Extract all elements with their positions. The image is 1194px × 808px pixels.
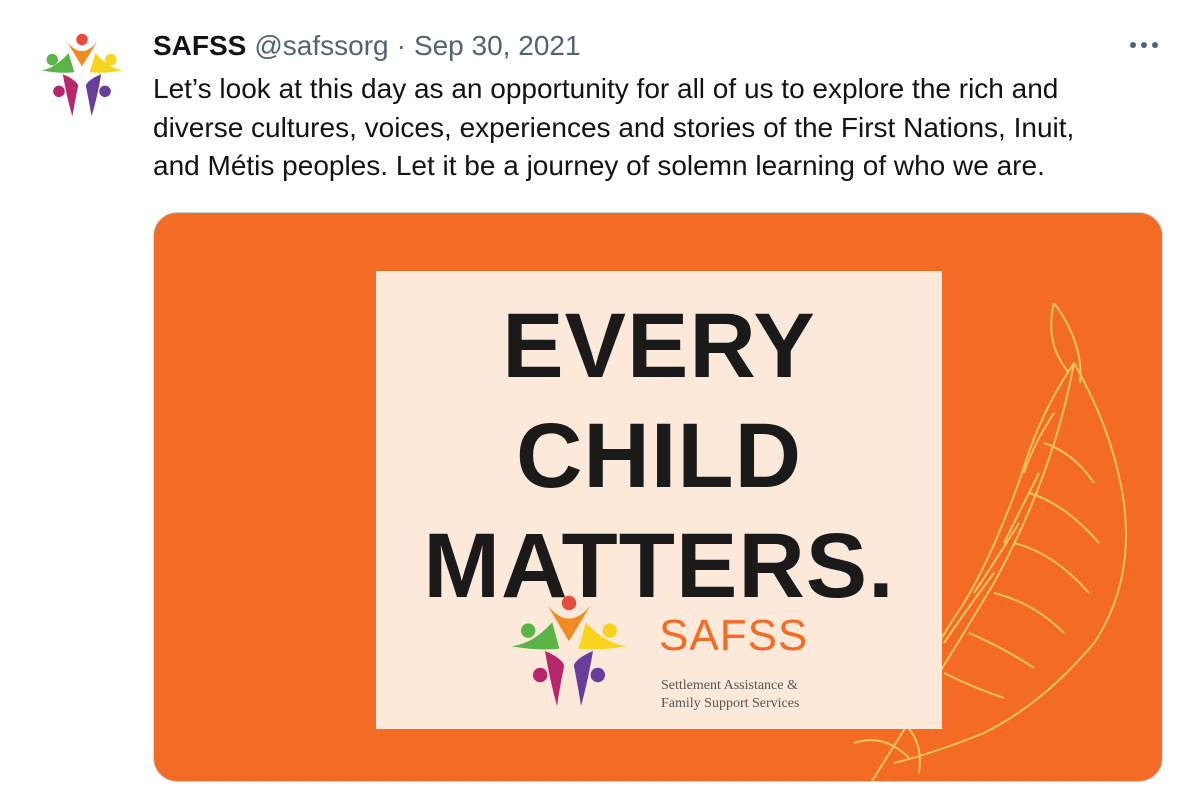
tweet-text: Let’s look at this day as an opportunity… <box>153 73 1075 181</box>
headline-line-1: EVERY <box>502 295 816 397</box>
poster-brand-subtitle: Settlement Assistance & Family Support S… <box>661 678 800 711</box>
more-options-icon[interactable] <box>1124 30 1164 60</box>
tweet-media-image[interactable]: EVERY CHILD MATTERS. SAFSS Settlement As… <box>153 212 1163 782</box>
tweet-card[interactable]: SAFSS @safssorg · Sep 30, 2021 Let’s loo… <box>0 0 1194 808</box>
author-display-name[interactable]: SAFSS <box>153 28 246 64</box>
poster-panel: EVERY CHILD MATTERS. SAFSS Settlement As… <box>376 271 942 729</box>
poster-headline: EVERY CHILD MATTERS. <box>376 291 942 621</box>
tweet-header: SAFSS @safssorg · Sep 30, 2021 <box>153 28 581 64</box>
safss-poster-logo-icon <box>511 595 627 707</box>
safss-logo-icon[interactable] <box>34 28 130 124</box>
header-separator: · <box>396 30 406 61</box>
headline-line-3: MATTERS. <box>423 515 895 617</box>
headline-line-2: CHILD <box>515 405 803 507</box>
tweet-date[interactable]: Sep 30, 2021 <box>414 28 581 64</box>
author-handle[interactable]: @safssorg <box>254 28 388 64</box>
poster-brand-name: SAFSS <box>659 611 809 660</box>
